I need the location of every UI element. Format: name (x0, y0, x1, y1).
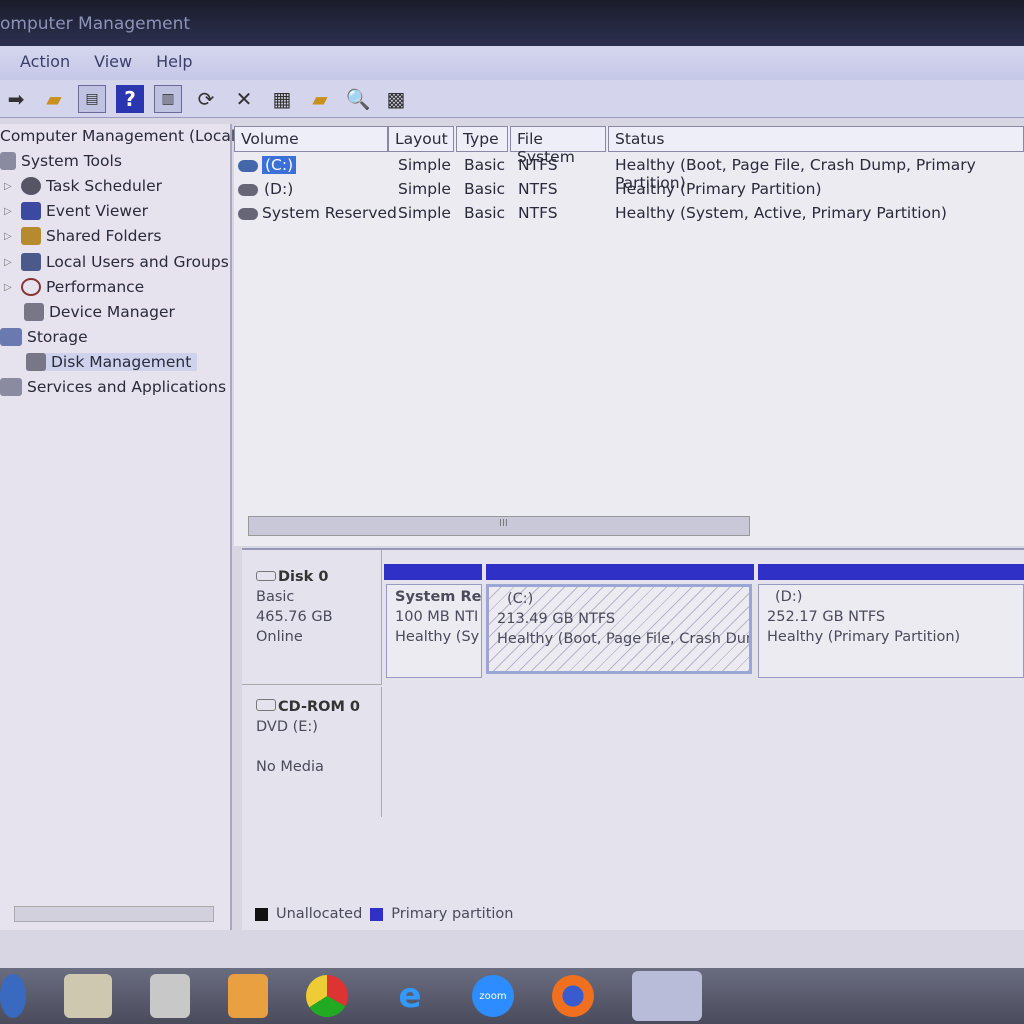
toolbar: ➡ ▰ ▤ ? ▥ ⟳ ✕ ▦ ▰ 🔍 ▩ (0, 80, 1024, 118)
scroll-grip[interactable]: III (499, 518, 508, 529)
internet-explorer-icon[interactable]: e (386, 974, 434, 1018)
file-explorer-icon[interactable] (64, 974, 112, 1018)
legend-primary: Primary partition (391, 906, 514, 922)
expand-arrow-icon[interactable]: ▷ (4, 181, 16, 192)
tree-item-shared-folders[interactable]: ▷ Shared Folders (4, 227, 161, 245)
disk-management-icon (26, 353, 46, 371)
help-icon[interactable]: ? (116, 84, 144, 113)
refresh-icon[interactable]: ⟳ (192, 85, 220, 113)
tree-item-computer-management[interactable]: Computer Management (Local (0, 127, 235, 145)
volume-row[interactable]: System Reserved Simple Basic NTFS Healthy (… (234, 204, 1024, 228)
shared-folder-icon (21, 227, 41, 245)
forward-icon[interactable]: ➡ (2, 85, 30, 113)
device-manager-icon (24, 303, 44, 321)
tree-item-system-tools[interactable]: System Tools (0, 152, 122, 170)
volume-icon (238, 160, 258, 172)
volume-row[interactable]: (C:) Simple Basic NTFS Healthy (Boot, Page … (234, 156, 1024, 192)
legend-unallocated: Unallocated (276, 906, 363, 922)
partition-system-reserved[interactable]: System Re 100 MB NTI Healthy (Sy (386, 584, 482, 678)
column-header-status[interactable]: Status (608, 126, 1024, 152)
users-icon (21, 253, 41, 271)
tools-icon (0, 152, 16, 170)
cdrom0-label[interactable]: CD-ROM 0 DVD (E:) No Media (242, 687, 382, 817)
notepad-icon[interactable] (150, 974, 190, 1018)
open-folder-icon[interactable]: ▰ (306, 85, 334, 113)
computer-management-taskbar-icon[interactable] (632, 971, 702, 1021)
partition-bar (758, 564, 1024, 580)
settings-icon[interactable]: ▩ (382, 85, 410, 113)
tree-item-performance[interactable]: ▷ Performance (4, 278, 144, 296)
cdrom-icon (256, 699, 276, 711)
show-hide-tree-icon[interactable]: ▤ (78, 84, 106, 113)
start-button[interactable] (0, 974, 26, 1018)
menu-help[interactable]: Help (156, 52, 192, 80)
column-header-type[interactable]: Type (456, 126, 508, 152)
title-bar: omputer Management (0, 0, 1024, 46)
taskbar: e zoom (0, 968, 1024, 1024)
tree-item-event-viewer[interactable]: ▷ Event Viewer (4, 202, 148, 220)
menu-bar: Action View Help (0, 46, 1024, 80)
performance-icon (21, 278, 41, 296)
tree-item-task-scheduler[interactable]: ▷ Task Scheduler (4, 177, 162, 195)
partition-d[interactable]: (D:) 252.17 GB NTFS Healthy (Primary Parti… (758, 584, 1024, 678)
chrome-icon[interactable] (306, 975, 348, 1017)
partition-bar (486, 564, 754, 580)
volume-icon (238, 184, 258, 196)
expand-arrow-icon[interactable]: ▷ (4, 257, 16, 268)
window-title: omputer Management (0, 14, 191, 34)
search-icon[interactable]: 🔍 (344, 85, 372, 113)
unallocated-swatch (255, 907, 268, 921)
event-viewer-icon (21, 202, 41, 220)
services-icon (0, 378, 22, 396)
menu-view[interactable]: View (94, 52, 132, 80)
expand-arrow-icon[interactable]: ▷ (4, 282, 16, 293)
column-header-file-system[interactable]: File System (510, 126, 606, 166)
list-horizontal-scrollbar[interactable]: III (248, 516, 750, 536)
primary-swatch (370, 907, 384, 921)
partition-c[interactable]: (C:) 213.49 GB NTFS Healthy (Boot, Page Fi… (486, 584, 752, 674)
firefox-icon[interactable] (552, 975, 594, 1017)
volume-list: Volume Layout Type File System Status (C… (234, 126, 1024, 546)
partition-bar (384, 564, 482, 580)
menu-action[interactable]: Action (20, 52, 70, 80)
show-hide-action-pane-icon[interactable]: ▥ (154, 84, 182, 113)
tree-item-device-manager[interactable]: Device Manager (24, 303, 175, 321)
properties-icon[interactable]: ▦ (268, 85, 296, 113)
tree-horizontal-scrollbar[interactable] (14, 906, 214, 922)
expand-arrow-icon[interactable]: ▷ (4, 206, 16, 217)
disk0-label[interactable]: Disk 0 Basic 465.76 GB Online (242, 550, 382, 685)
clock-icon (21, 177, 41, 195)
zoom-icon[interactable]: zoom (472, 975, 514, 1017)
disk-map-pane: Disk 0 Basic 465.76 GB Online System Re 100… (242, 548, 1024, 930)
volume-row[interactable]: (D:) Simple Basic NTFS Healthy (Primary Par… (234, 180, 1024, 204)
legend: Unallocated Primary partition (255, 906, 513, 922)
media-player-icon[interactable] (228, 974, 268, 1018)
tree-item-local-users-groups[interactable]: ▷ Local Users and Groups (4, 253, 229, 271)
volume-icon (238, 208, 258, 220)
up-folder-icon[interactable]: ▰ (40, 85, 68, 113)
navigation-tree: Computer Management (Local System Tools … (0, 124, 235, 930)
expand-arrow-icon[interactable]: ▷ (4, 231, 16, 242)
column-header-volume[interactable]: Volume (234, 126, 388, 152)
tree-item-services-applications[interactable]: Services and Applications (0, 378, 226, 396)
column-header-layout[interactable]: Layout (388, 126, 454, 152)
tree-item-storage[interactable]: Storage (0, 328, 88, 346)
tree-item-disk-management[interactable]: Disk Management (26, 353, 198, 371)
delete-icon[interactable]: ✕ (230, 85, 258, 113)
storage-icon (0, 328, 22, 346)
disk-icon (256, 571, 276, 581)
